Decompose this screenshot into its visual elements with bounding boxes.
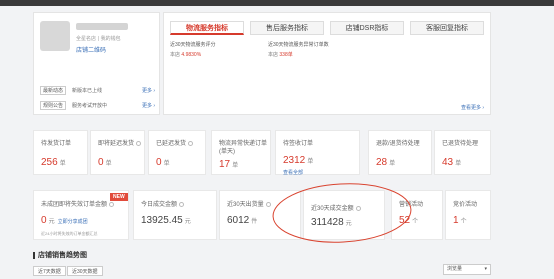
logistics-abnormal-title: 近30天物流服务异常订单数 <box>268 42 329 48</box>
logistics-abnormal-value: 338单 <box>279 52 293 58</box>
shop-avatar[interactable] <box>40 21 70 51</box>
wallet-link[interactable]: 我的钱包 <box>101 36 121 42</box>
shop-meta: 全星名店 | 我的钱包 <box>76 36 121 42</box>
logistics-abnormal: 本店 338单 <box>268 52 293 58</box>
stat-return-pending[interactable]: 已退货待处理 43 单 <box>434 130 491 175</box>
logistics-score-value: 4.9830% <box>181 52 202 58</box>
stat-refund-pending[interactable]: 退款/退货待处理 28 单 <box>368 130 432 175</box>
news-row: 最新动态 新版本已上线 更多 › <box>40 86 155 96</box>
stat-30d-gmv[interactable]: 近30天成交金额 311428 元 <box>303 190 385 240</box>
shop-qr-link[interactable]: 店铺二维码 <box>76 45 106 54</box>
news-more-link[interactable]: 更多 › <box>142 87 155 94</box>
stat-bidding[interactable]: 竞价活动 1个 <box>445 190 491 240</box>
notice-row: 规则公告 服务考试开放中 更多 › <box>40 101 155 111</box>
service-metrics-panel: 物流服务指标 售后服务指标 店铺DSR指标 客服回复指标 近30天物流服务评分 … <box>163 12 491 115</box>
view-all-link[interactable]: 查看全部 <box>283 169 303 176</box>
stat-marketing[interactable]: 营销活动 52 个 <box>391 190 443 240</box>
tab-dsr[interactable]: 店铺DSR指标 <box>330 21 404 35</box>
help-icon[interactable] <box>188 140 194 146</box>
shop-profile-panel: 全星名店 | 我的钱包 店铺二维码 最新动态 新版本已上线 更多 › 规则公告 … <box>33 12 160 115</box>
help-icon[interactable] <box>136 140 142 146</box>
btn-30day[interactable]: 近30天数据 <box>67 266 103 276</box>
shop-name: 全星名店 <box>76 36 97 42</box>
stat-soon-late[interactable]: 即将延迟发货 0单 <box>90 130 145 175</box>
notice-more-link[interactable]: 更多 › <box>142 102 155 109</box>
metric-select[interactable]: 浏览量 ▾ <box>443 264 491 275</box>
help-icon[interactable] <box>109 201 115 207</box>
share-group-link[interactable]: 立即分享成团 <box>58 219 88 225</box>
top-nav-bar <box>0 0 554 6</box>
group-expiring-note: 近24小时将失效的订单金额汇总 <box>41 231 98 236</box>
tab-cs-reply[interactable]: 客服回复指标 <box>410 21 484 35</box>
help-icon[interactable] <box>179 201 185 207</box>
notice-text[interactable]: 服务考试开放中 <box>72 102 107 109</box>
help-icon[interactable] <box>355 205 361 211</box>
stat-pending-ship[interactable]: 待发货订单 256 单 <box>33 130 88 175</box>
shop-name-blurred <box>76 23 128 30</box>
stat-logistics-abnormal[interactable]: 物流异常快递订单 (单天) 17 单 <box>211 130 271 175</box>
tab-logistics[interactable]: 物流服务指标 <box>170 21 244 35</box>
trend-title: 店铺销售趋势图 <box>33 250 87 260</box>
logistics-score-title: 近30天物流服务评分 <box>170 42 216 48</box>
trend-title-bar <box>33 251 35 259</box>
new-badge: NEW <box>110 193 128 201</box>
notice-tag: 规则公告 <box>40 101 67 110</box>
stat-late[interactable]: 已延迟发货 0单 <box>148 130 206 175</box>
chevron-down-icon: ▾ <box>484 266 487 272</box>
tab-aftersale[interactable]: 售后服务指标 <box>250 21 324 35</box>
btn-7day[interactable]: 近7天数据 <box>33 266 66 276</box>
stat-30d-shipments[interactable]: 近30天出货量 6012 件 <box>219 190 301 240</box>
help-icon[interactable] <box>265 201 271 207</box>
stat-pending-sign[interactable]: 待签收订单 2312 单 查看全部 <box>275 130 360 176</box>
news-tag: 最新动态 <box>40 86 67 95</box>
news-text[interactable]: 新版本已上线 <box>72 87 102 94</box>
logistics-score: 本店 4.9830% <box>170 52 202 58</box>
stat-today-gmv[interactable]: 今日成交金额 13925.45 元 <box>133 190 217 240</box>
view-more-link[interactable]: 查看更多 › <box>461 104 484 111</box>
